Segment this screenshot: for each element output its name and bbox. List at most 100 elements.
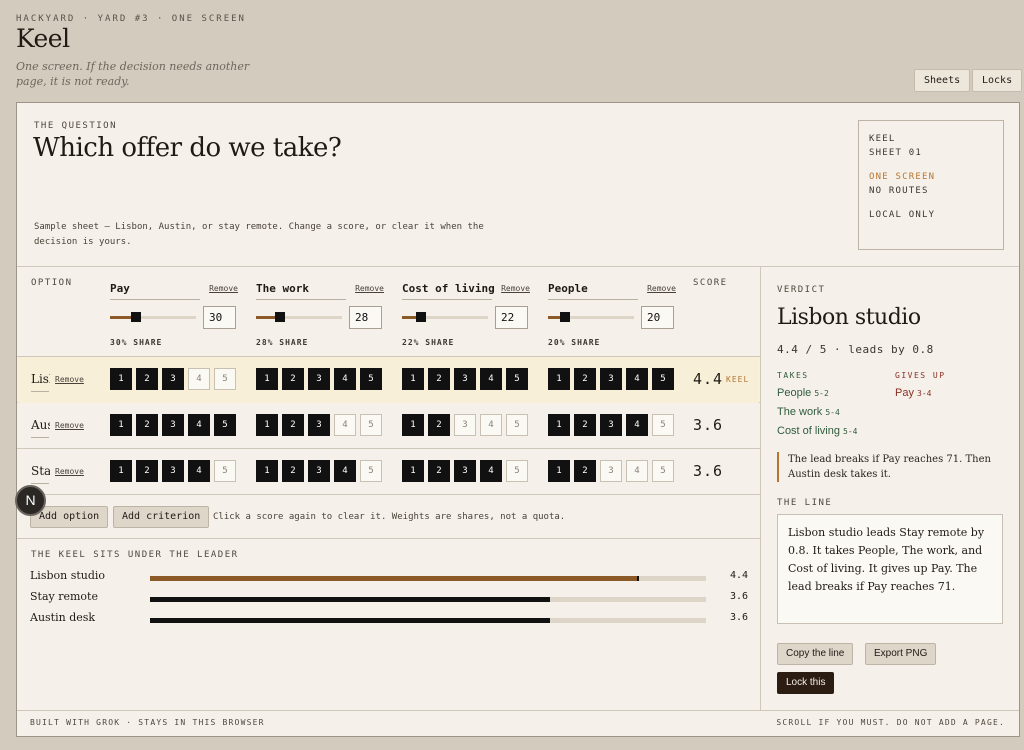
criterion-name[interactable]: People — [548, 282, 642, 295]
weight-slider[interactable] — [110, 312, 196, 322]
score-cell-3[interactable]: 3 — [600, 368, 622, 390]
slider-thumb[interactable] — [560, 312, 571, 322]
slider-thumb[interactable] — [130, 312, 141, 322]
score-cell-2[interactable]: 2 — [282, 414, 304, 436]
score-cell-3[interactable]: 3 — [600, 414, 622, 436]
score-cell-3[interactable]: 3 — [454, 460, 476, 482]
weight-input[interactable]: 30 — [203, 306, 236, 329]
criterion-name[interactable]: Pay — [110, 282, 204, 295]
score-cell-4[interactable]: 4 — [480, 460, 502, 482]
score-cell-1[interactable]: 1 — [110, 368, 132, 390]
score-cell-2[interactable]: 2 — [282, 368, 304, 390]
score-cell-5[interactable]: 5 — [652, 460, 674, 482]
score-cell-5[interactable]: 5 — [214, 460, 236, 482]
score-cell-3[interactable]: 3 — [162, 460, 184, 482]
remove-criterion-link[interactable]: Remove — [355, 284, 384, 293]
question-description: Sample sheet — Lisbon, Austin, or stay r… — [34, 222, 484, 247]
score-cell-3[interactable]: 3 — [308, 460, 330, 482]
score-cell-4[interactable]: 4 — [188, 368, 210, 390]
score-cell-1[interactable]: 1 — [110, 460, 132, 482]
score-cell-1[interactable]: 1 — [548, 460, 570, 482]
score-cell-3[interactable]: 3 — [162, 414, 184, 436]
keel-badge: KEEL — [726, 375, 750, 384]
remove-option-link[interactable]: Remove — [55, 421, 84, 430]
score-cell-4[interactable]: 4 — [480, 368, 502, 390]
score-cell-1[interactable]: 1 — [256, 368, 278, 390]
criterion-name[interactable]: Cost of living — [402, 282, 496, 295]
score-cell-4[interactable]: 4 — [480, 414, 502, 436]
score-cell-1[interactable]: 1 — [548, 414, 570, 436]
score-cell-5[interactable]: 5 — [652, 368, 674, 390]
score-cell-1[interactable]: 1 — [110, 414, 132, 436]
weight-input[interactable]: 20 — [641, 306, 674, 329]
meta-line: SHEET 01 — [869, 148, 922, 158]
score-cell-5[interactable]: 5 — [506, 414, 528, 436]
score-cell-5[interactable]: 5 — [360, 414, 382, 436]
option-name[interactable]: Stay remote — [31, 464, 50, 478]
score-cell-1[interactable]: 1 — [256, 460, 278, 482]
divider — [760, 266, 761, 710]
score-cell-2[interactable]: 2 — [428, 368, 450, 390]
score-cell-3[interactable]: 3 — [454, 414, 476, 436]
score-cell-5[interactable]: 5 — [360, 460, 382, 482]
remove-option-link[interactable]: Remove — [55, 467, 84, 476]
verdict-eyebrow: VERDICT — [777, 285, 826, 295]
score-cell-5[interactable]: 5 — [214, 414, 236, 436]
score-cell-3[interactable]: 3 — [454, 368, 476, 390]
score-cell-4[interactable]: 4 — [188, 414, 210, 436]
score-cell-1[interactable]: 1 — [256, 414, 278, 436]
criterion-name[interactable]: The work — [256, 282, 350, 295]
weight-slider[interactable] — [402, 312, 488, 322]
score-cell-5[interactable]: 5 — [214, 368, 236, 390]
question-title[interactable]: Which offer do we take? — [33, 133, 342, 163]
score-cell-2[interactable]: 2 — [136, 414, 158, 436]
score-cell-5[interactable]: 5 — [506, 368, 528, 390]
score-cell-3[interactable]: 3 — [308, 368, 330, 390]
score-cell-2[interactable]: 2 — [574, 368, 596, 390]
score-cell-4[interactable]: 4 — [626, 414, 648, 436]
locks-button[interactable]: Locks — [972, 69, 1023, 92]
export-png-button[interactable]: Export PNG — [865, 643, 937, 665]
score-cell-4[interactable]: 4 — [188, 460, 210, 482]
score-cell-5[interactable]: 5 — [506, 460, 528, 482]
weight-input[interactable]: 22 — [495, 306, 528, 329]
score-cell-3[interactable]: 3 — [162, 368, 184, 390]
score-cell-5[interactable]: 5 — [360, 368, 382, 390]
weight-slider[interactable] — [256, 312, 342, 322]
score-cell-4[interactable]: 4 — [334, 460, 356, 482]
verdict-line-text[interactable]: Lisbon studio leads Stay remote by 0.8. … — [777, 514, 1003, 624]
slider-thumb[interactable] — [275, 312, 286, 322]
score-cell-2[interactable]: 2 — [428, 414, 450, 436]
weight-slider[interactable] — [548, 312, 634, 322]
score-cell-2[interactable]: 2 — [282, 460, 304, 482]
score-cell-5[interactable]: 5 — [652, 414, 674, 436]
score-cell-2[interactable]: 2 — [574, 460, 596, 482]
score-cell-2[interactable]: 2 — [574, 414, 596, 436]
score-cell-1[interactable]: 1 — [402, 414, 424, 436]
score-cell-2[interactable]: 2 — [428, 460, 450, 482]
score-cell-4[interactable]: 4 — [626, 460, 648, 482]
option-name[interactable]: Austin desk — [31, 418, 50, 432]
remove-criterion-link[interactable]: Remove — [501, 284, 530, 293]
copy-line-button[interactable]: Copy the line — [777, 643, 854, 665]
weight-input[interactable]: 28 — [349, 306, 382, 329]
user-avatar[interactable]: N — [15, 485, 46, 516]
lock-button[interactable]: Lock this — [777, 672, 835, 694]
remove-criterion-link[interactable]: Remove — [647, 284, 676, 293]
slider-thumb[interactable] — [415, 312, 426, 322]
score-cell-2[interactable]: 2 — [136, 368, 158, 390]
add-criterion-button[interactable]: Add criterion — [113, 506, 210, 528]
score-cell-3[interactable]: 3 — [308, 414, 330, 436]
score-cell-4[interactable]: 4 — [626, 368, 648, 390]
score-cell-4[interactable]: 4 — [334, 368, 356, 390]
score-cell-1[interactable]: 1 — [402, 460, 424, 482]
option-name[interactable]: Lisbon studio — [31, 372, 50, 386]
score-cell-1[interactable]: 1 — [548, 368, 570, 390]
score-cell-1[interactable]: 1 — [402, 368, 424, 390]
remove-criterion-link[interactable]: Remove — [209, 284, 238, 293]
remove-option-link[interactable]: Remove — [55, 375, 84, 384]
sheets-button[interactable]: Sheets — [914, 69, 971, 92]
score-cell-2[interactable]: 2 — [136, 460, 158, 482]
score-cell-4[interactable]: 4 — [334, 414, 356, 436]
score-cell-3[interactable]: 3 — [600, 460, 622, 482]
